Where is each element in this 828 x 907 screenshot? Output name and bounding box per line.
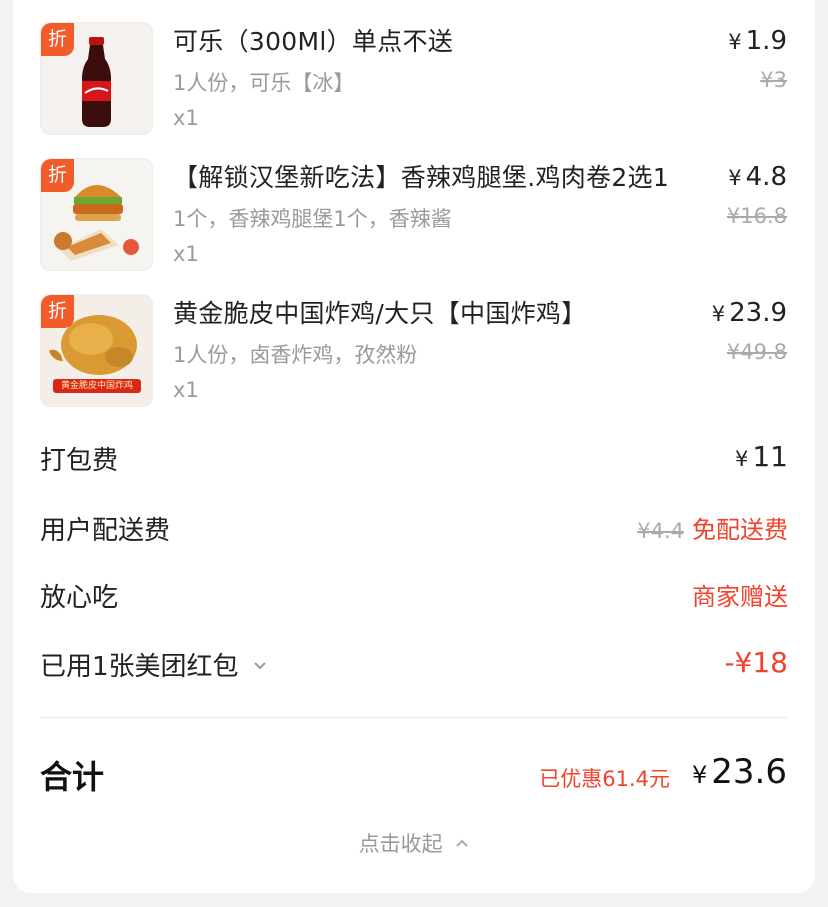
order-item[interactable]: 折 可乐（300Ml）单点不送 1人份，可乐【冰】 x1 ¥1.9 ¥3: [13, 0, 815, 135]
total-saved: 已优惠61.4元: [539, 767, 670, 791]
item-spec: 1人份，可乐【冰】: [173, 71, 355, 95]
discount-badge: 折: [41, 159, 74, 192]
discount-badge: 折: [41, 23, 74, 56]
item-quantity: x1: [173, 378, 199, 402]
item-spec: 1人份，卤香炸鸡，孜然粉: [173, 343, 418, 367]
order-item[interactable]: 黄金脆皮中国炸鸡 折 黄金脆皮中国炸鸡/大只【中国炸鸡】 1人份，卤香炸鸡，孜然…: [13, 272, 815, 407]
item-name: 可乐（300Ml）单点不送: [173, 27, 454, 56]
packing-fee-label: 打包费: [40, 446, 119, 476]
order-item[interactable]: 折 【解锁汉堡新吃法】香辣鸡腿堡.鸡肉卷2选1 1个，香辣鸡腿堡1个，香辣酱 x…: [13, 136, 815, 271]
delivery-fee-row: 用户配送费 ¥4.4 免配送费: [40, 510, 788, 550]
total-amount: 23.6: [711, 752, 787, 792]
chevron-up-icon: [456, 839, 469, 847]
item-price-value: 4.8: [745, 162, 787, 192]
coupon-row[interactable]: 已用1张美团红包 -¥18: [40, 646, 788, 686]
currency-symbol: ¥: [692, 761, 708, 789]
assurance-row: 放心吃 商家赠送: [40, 577, 788, 617]
assurance-label: 放心吃: [40, 583, 119, 613]
chevron-down-icon[interactable]: [253, 661, 267, 671]
currency-symbol: ¥: [728, 30, 742, 54]
item-image: 折: [40, 22, 153, 135]
item-quantity: x1: [173, 242, 199, 266]
delivery-fee-value: ¥4.4 免配送费: [637, 510, 788, 545]
divider: [40, 717, 788, 718]
item-original-price: ¥49.8: [726, 340, 787, 364]
item-price: ¥1.9: [728, 26, 787, 56]
item-original-price: ¥16.8: [726, 204, 787, 228]
discount-badge: 折: [41, 295, 74, 328]
assurance-value: 商家赠送: [692, 583, 788, 611]
collapse-label: 点击收起: [358, 832, 443, 856]
coupon-label[interactable]: 已用1张美团红包: [40, 646, 267, 683]
item-quantity: x1: [173, 106, 199, 130]
packing-fee-row: 打包费 ¥11: [40, 440, 788, 480]
collapse-button[interactable]: 点击收起: [13, 828, 815, 858]
delivery-fee-original: ¥4.4: [637, 519, 684, 543]
item-name: 【解锁汉堡新吃法】香辣鸡腿堡.鸡肉卷2选1: [173, 163, 670, 192]
item-price: ¥4.8: [728, 162, 787, 192]
currency-symbol: ¥: [711, 302, 726, 326]
item-original-price: ¥3: [760, 68, 787, 92]
total-label: 合计: [40, 758, 105, 796]
packing-fee-amount: 11: [752, 440, 788, 473]
coupon-value: -¥18: [724, 646, 788, 679]
currency-symbol: ¥: [734, 447, 749, 471]
item-price: ¥23.9: [712, 298, 787, 328]
item-image: 折: [40, 158, 153, 271]
delivery-fee-label: 用户配送费: [40, 516, 171, 546]
coupon-label-text: 已用1张美团红包: [40, 652, 239, 682]
total-price: ¥23.6: [692, 752, 787, 792]
order-detail-card: 折 可乐（300Ml）单点不送 1人份，可乐【冰】 x1 ¥1.9 ¥3 折 【…: [13, 0, 815, 893]
item-image: 黄金脆皮中国炸鸡 折: [40, 294, 153, 407]
item-price-value: 23.9: [729, 298, 787, 328]
packing-fee-value: ¥11: [735, 440, 788, 473]
free-delivery-text: 免配送费: [692, 516, 788, 544]
item-name: 黄金脆皮中国炸鸡/大只【中国炸鸡】: [173, 299, 587, 328]
item-spec: 1个，香辣鸡腿堡1个，香辣酱: [173, 207, 452, 231]
image-caption: 黄金脆皮中国炸鸡: [60, 381, 133, 391]
item-price-value: 1.9: [745, 26, 787, 56]
currency-symbol: ¥: [728, 166, 742, 190]
